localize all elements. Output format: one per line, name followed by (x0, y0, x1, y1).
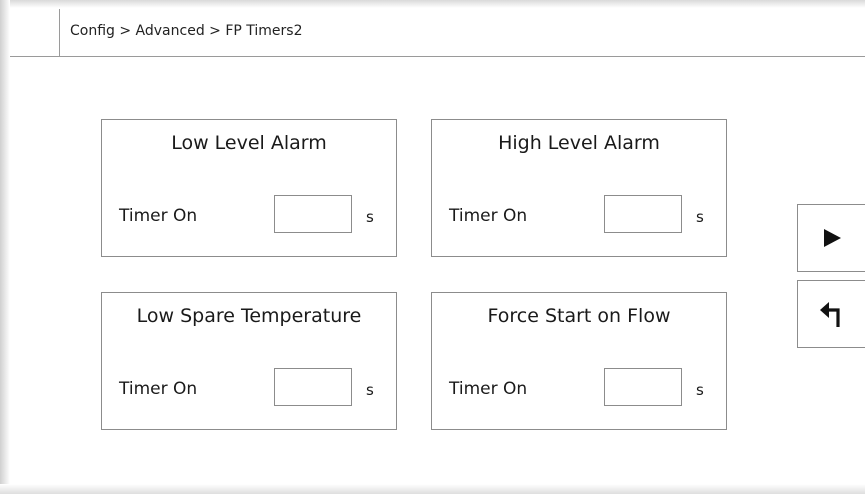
return-arrow-icon (819, 302, 840, 327)
header-menu-tab[interactable] (10, 9, 60, 56)
header-bar: Config > Advanced > FP Timers2 (10, 9, 865, 57)
panel-title: Low Spare Temperature (136, 305, 362, 327)
high-level-alarm-panel: High Level Alarm Timer On s (431, 119, 727, 257)
timer-on-label: Timer On (449, 206, 528, 226)
back-button[interactable] (797, 280, 865, 348)
next-page-button[interactable] (797, 204, 865, 272)
force-start-on-flow-timer-input[interactable] (604, 368, 682, 406)
low-spare-temperature-panel: Low Spare Temperature Timer On s (101, 292, 397, 430)
high-level-alarm-timer-input[interactable] (604, 195, 682, 233)
unit-label: s (366, 208, 374, 226)
unit-label: s (366, 381, 374, 399)
frame-shadow-bottom (0, 484, 865, 494)
timer-on-label: Timer On (119, 206, 198, 226)
panel-title: Force Start on Flow (487, 305, 671, 327)
unit-label: s (696, 208, 704, 226)
play-arrow-icon (823, 229, 841, 247)
low-level-alarm-timer-input[interactable] (274, 195, 352, 233)
timer-on-label: Timer On (119, 379, 198, 399)
low-level-alarm-panel: Low Level Alarm Timer On s (101, 119, 397, 257)
timer-on-label: Timer On (449, 379, 528, 399)
frame-shadow-left (0, 0, 10, 494)
unit-label: s (696, 381, 704, 399)
panel-title: Low Level Alarm (171, 132, 327, 154)
low-spare-temperature-timer-input[interactable] (274, 368, 352, 406)
panel-title: High Level Alarm (498, 132, 660, 154)
fp-timers2-screen: Config > Advanced > FP Timers2 Low Level… (0, 0, 865, 494)
frame-shadow-top (0, 0, 865, 8)
force-start-on-flow-panel: Force Start on Flow Timer On s (431, 292, 727, 430)
breadcrumb: Config > Advanced > FP Timers2 (70, 23, 303, 39)
